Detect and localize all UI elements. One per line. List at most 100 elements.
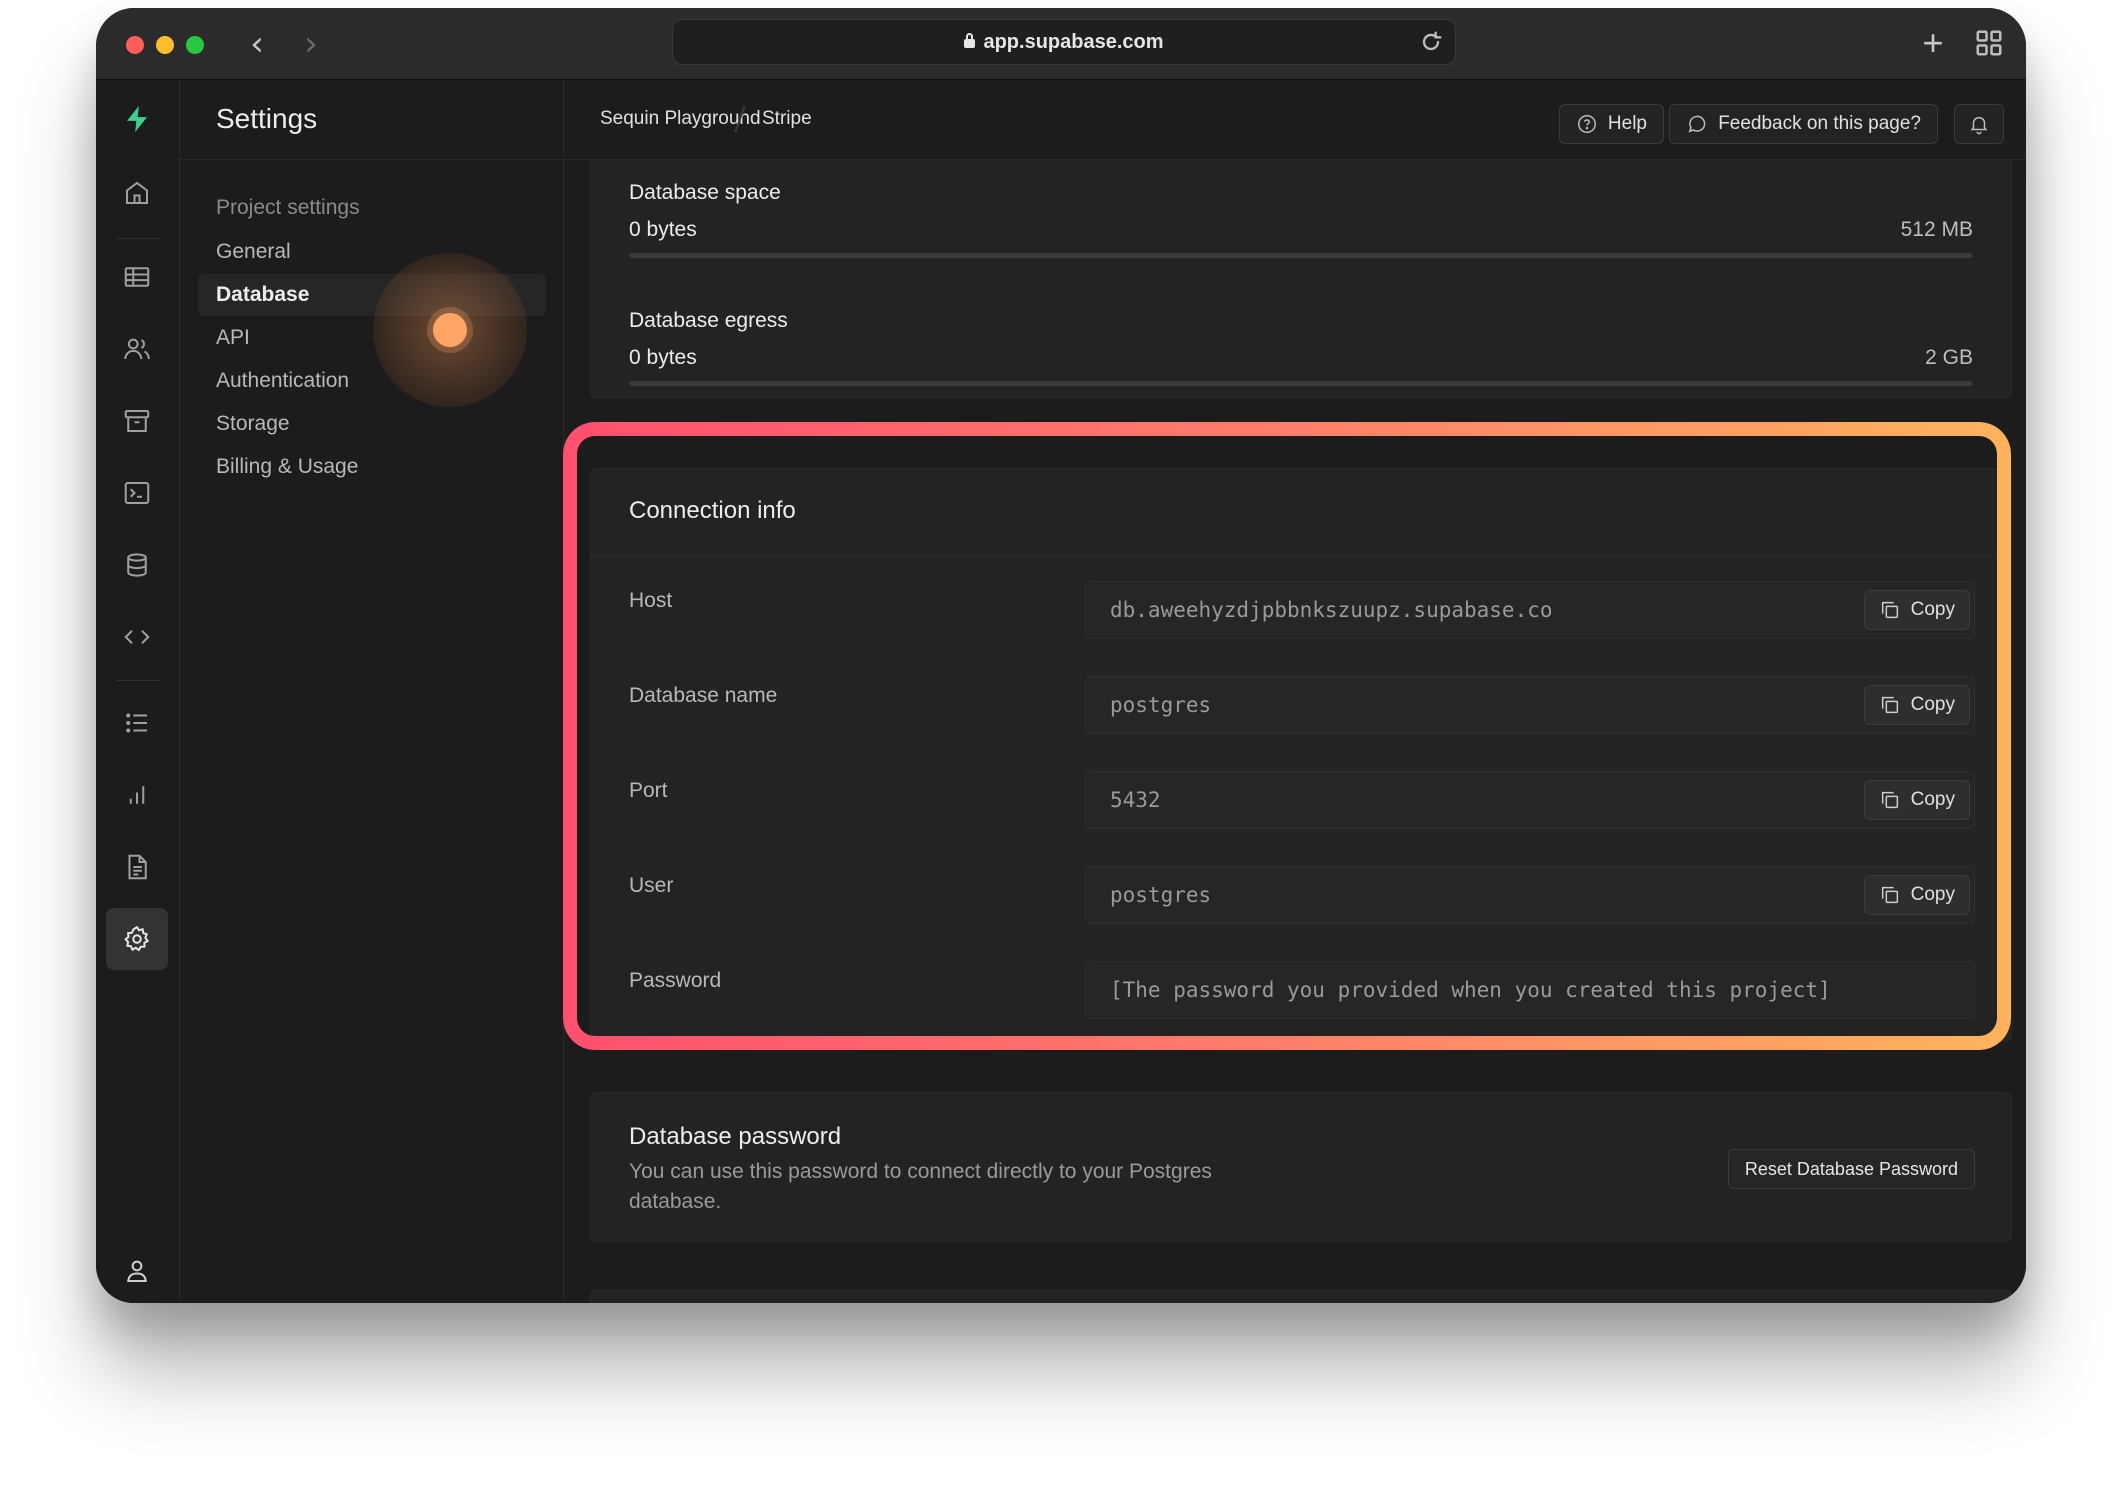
password-field[interactable]: [The password you provided when you crea… — [1085, 961, 1975, 1019]
main-content: Database space 0 bytes 512 MB Database e… — [564, 160, 2026, 1303]
breadcrumb-project[interactable]: Sequin Playground — [600, 80, 761, 158]
close-window-button[interactable] — [126, 36, 144, 54]
user-icon — [127, 1260, 147, 1282]
database-egress-value: 0 bytes — [629, 346, 697, 369]
host-field[interactable]: db.aweehyzdjpbbnkszuupz.supabase.co Copy — [1085, 581, 1975, 639]
copy-icon — [1881, 696, 1898, 714]
reload-icon[interactable] — [1417, 28, 1445, 56]
document-icon — [128, 854, 147, 880]
browser-toolbar: ‹ › app.supabase.com + — [96, 8, 2026, 80]
sidebar-title: Settings — [180, 80, 563, 160]
rail-database[interactable] — [106, 534, 168, 596]
copy-icon — [1881, 886, 1898, 904]
port-field[interactable]: 5432 Copy — [1085, 771, 1975, 829]
copy-port-button[interactable]: Copy — [1863, 780, 1970, 820]
rail-reports[interactable] — [106, 764, 168, 826]
next-settings-card — [590, 1290, 2012, 1303]
rail-sql-editor[interactable] — [106, 462, 168, 524]
password-value: [The password you provided when you crea… — [1110, 978, 1831, 1002]
user-value: postgres — [1110, 883, 1212, 907]
sidebar-section-label: Project settings — [216, 196, 360, 219]
database-icon — [127, 553, 147, 577]
help-button[interactable]: Help — [1558, 104, 1664, 144]
tab-overview-icon[interactable] — [1974, 28, 2004, 58]
database-name-field[interactable]: postgres Copy — [1085, 676, 1975, 734]
host-label: Host — [629, 589, 673, 612]
feedback-button[interactable]: Feedback on this page? — [1669, 104, 1938, 144]
bell-icon — [1970, 116, 1988, 135]
home-icon — [126, 181, 148, 204]
reset-database-password-button[interactable]: Reset Database Password — [1727, 1149, 1975, 1189]
copy-label: Copy — [1910, 599, 1955, 620]
database-egress-max: 2 GB — [1925, 346, 1973, 369]
supabase-logo[interactable] — [106, 88, 168, 150]
connection-info-title: Connection info — [629, 497, 796, 524]
rail-authentication[interactable] — [106, 318, 168, 380]
gear-icon — [124, 925, 150, 952]
archive-icon — [124, 410, 150, 432]
browser-window: ‹ › app.supabase.com + Settings Project … — [96, 8, 2026, 1303]
list-icon — [126, 713, 147, 733]
new-tab-button[interactable]: + — [1916, 25, 1950, 61]
users-icon — [124, 338, 150, 360]
database-password-card: Database password You can use this passw… — [590, 1092, 2012, 1242]
help-label: Help — [1607, 113, 1647, 134]
database-egress-progress — [629, 381, 1973, 386]
copy-icon — [1881, 601, 1898, 619]
feedback-label: Feedback on this page? — [1718, 113, 1921, 134]
rail-documentation[interactable] — [106, 836, 168, 898]
rail-home[interactable] — [106, 162, 168, 224]
sidebar-item-storage[interactable]: Storage — [198, 403, 546, 445]
settings-sidebar: Settings Project settings General Databa… — [180, 80, 564, 1303]
sidebar-item-billing-usage[interactable]: Billing & Usage — [198, 446, 546, 488]
click-indicator-dot — [433, 313, 467, 347]
rail-logs[interactable] — [106, 692, 168, 754]
table-icon — [124, 267, 150, 287]
zoom-window-button[interactable] — [186, 36, 204, 54]
copy-icon — [1881, 791, 1898, 809]
port-value: 5432 — [1110, 788, 1161, 812]
bar-chart-icon — [129, 786, 145, 804]
rail-table-editor[interactable] — [106, 246, 168, 308]
minimize-window-button[interactable] — [156, 36, 174, 54]
host-value: db.aweehyzdjpbbnkszuupz.supabase.co — [1110, 598, 1553, 622]
terminal-icon — [124, 482, 150, 504]
page-header: Sequin Playground Stripe Help Feedback o… — [564, 80, 2026, 160]
breadcrumb-organization[interactable]: Stripe — [762, 80, 812, 158]
database-password-description: You can use this password to connect dir… — [629, 1160, 1212, 1213]
copy-label: Copy — [1910, 789, 1955, 810]
rail-api-docs[interactable] — [106, 606, 168, 668]
supabase-bolt-icon — [127, 105, 147, 133]
copy-label: Copy — [1910, 694, 1955, 715]
user-label: User — [629, 874, 674, 897]
rail-settings[interactable] — [106, 908, 168, 970]
copy-database-name-button[interactable]: Copy — [1863, 685, 1970, 725]
user-field[interactable]: postgres Copy — [1085, 866, 1975, 924]
url-text: app.supabase.com — [983, 31, 1164, 53]
database-password-title: Database password — [629, 1123, 842, 1150]
code-icon — [124, 630, 150, 644]
copy-label: Copy — [1910, 884, 1955, 905]
address-bar[interactable]: app.supabase.com — [672, 19, 1456, 65]
copy-host-button[interactable]: Copy — [1863, 590, 1970, 630]
rail-account[interactable] — [106, 1240, 168, 1302]
connection-info-card: Connection info Host db.aweehyzdjpbbnksz… — [590, 468, 2012, 1042]
back-arrow-icon[interactable]: ‹ — [242, 26, 272, 62]
port-label: Port — [629, 779, 668, 802]
message-circle-icon — [1688, 115, 1706, 133]
rail-storage[interactable] — [106, 390, 168, 452]
lock-icon — [964, 33, 976, 48]
forward-arrow-icon[interactable]: › — [296, 26, 326, 62]
database-name-label: Database name — [629, 684, 778, 707]
database-space-value: 0 bytes — [629, 218, 697, 241]
database-space-max: 512 MB — [1900, 218, 1973, 241]
database-space-progress — [629, 253, 1973, 258]
database-egress-title: Database egress — [629, 309, 788, 332]
help-circle-icon — [1577, 115, 1596, 133]
database-name-value: postgres — [1110, 693, 1212, 717]
notifications-button[interactable] — [1954, 104, 2004, 144]
app-icon-rail — [96, 80, 180, 1303]
database-space-title: Database space — [629, 181, 781, 204]
copy-user-button[interactable]: Copy — [1863, 875, 1970, 915]
password-label: Password — [629, 969, 722, 992]
